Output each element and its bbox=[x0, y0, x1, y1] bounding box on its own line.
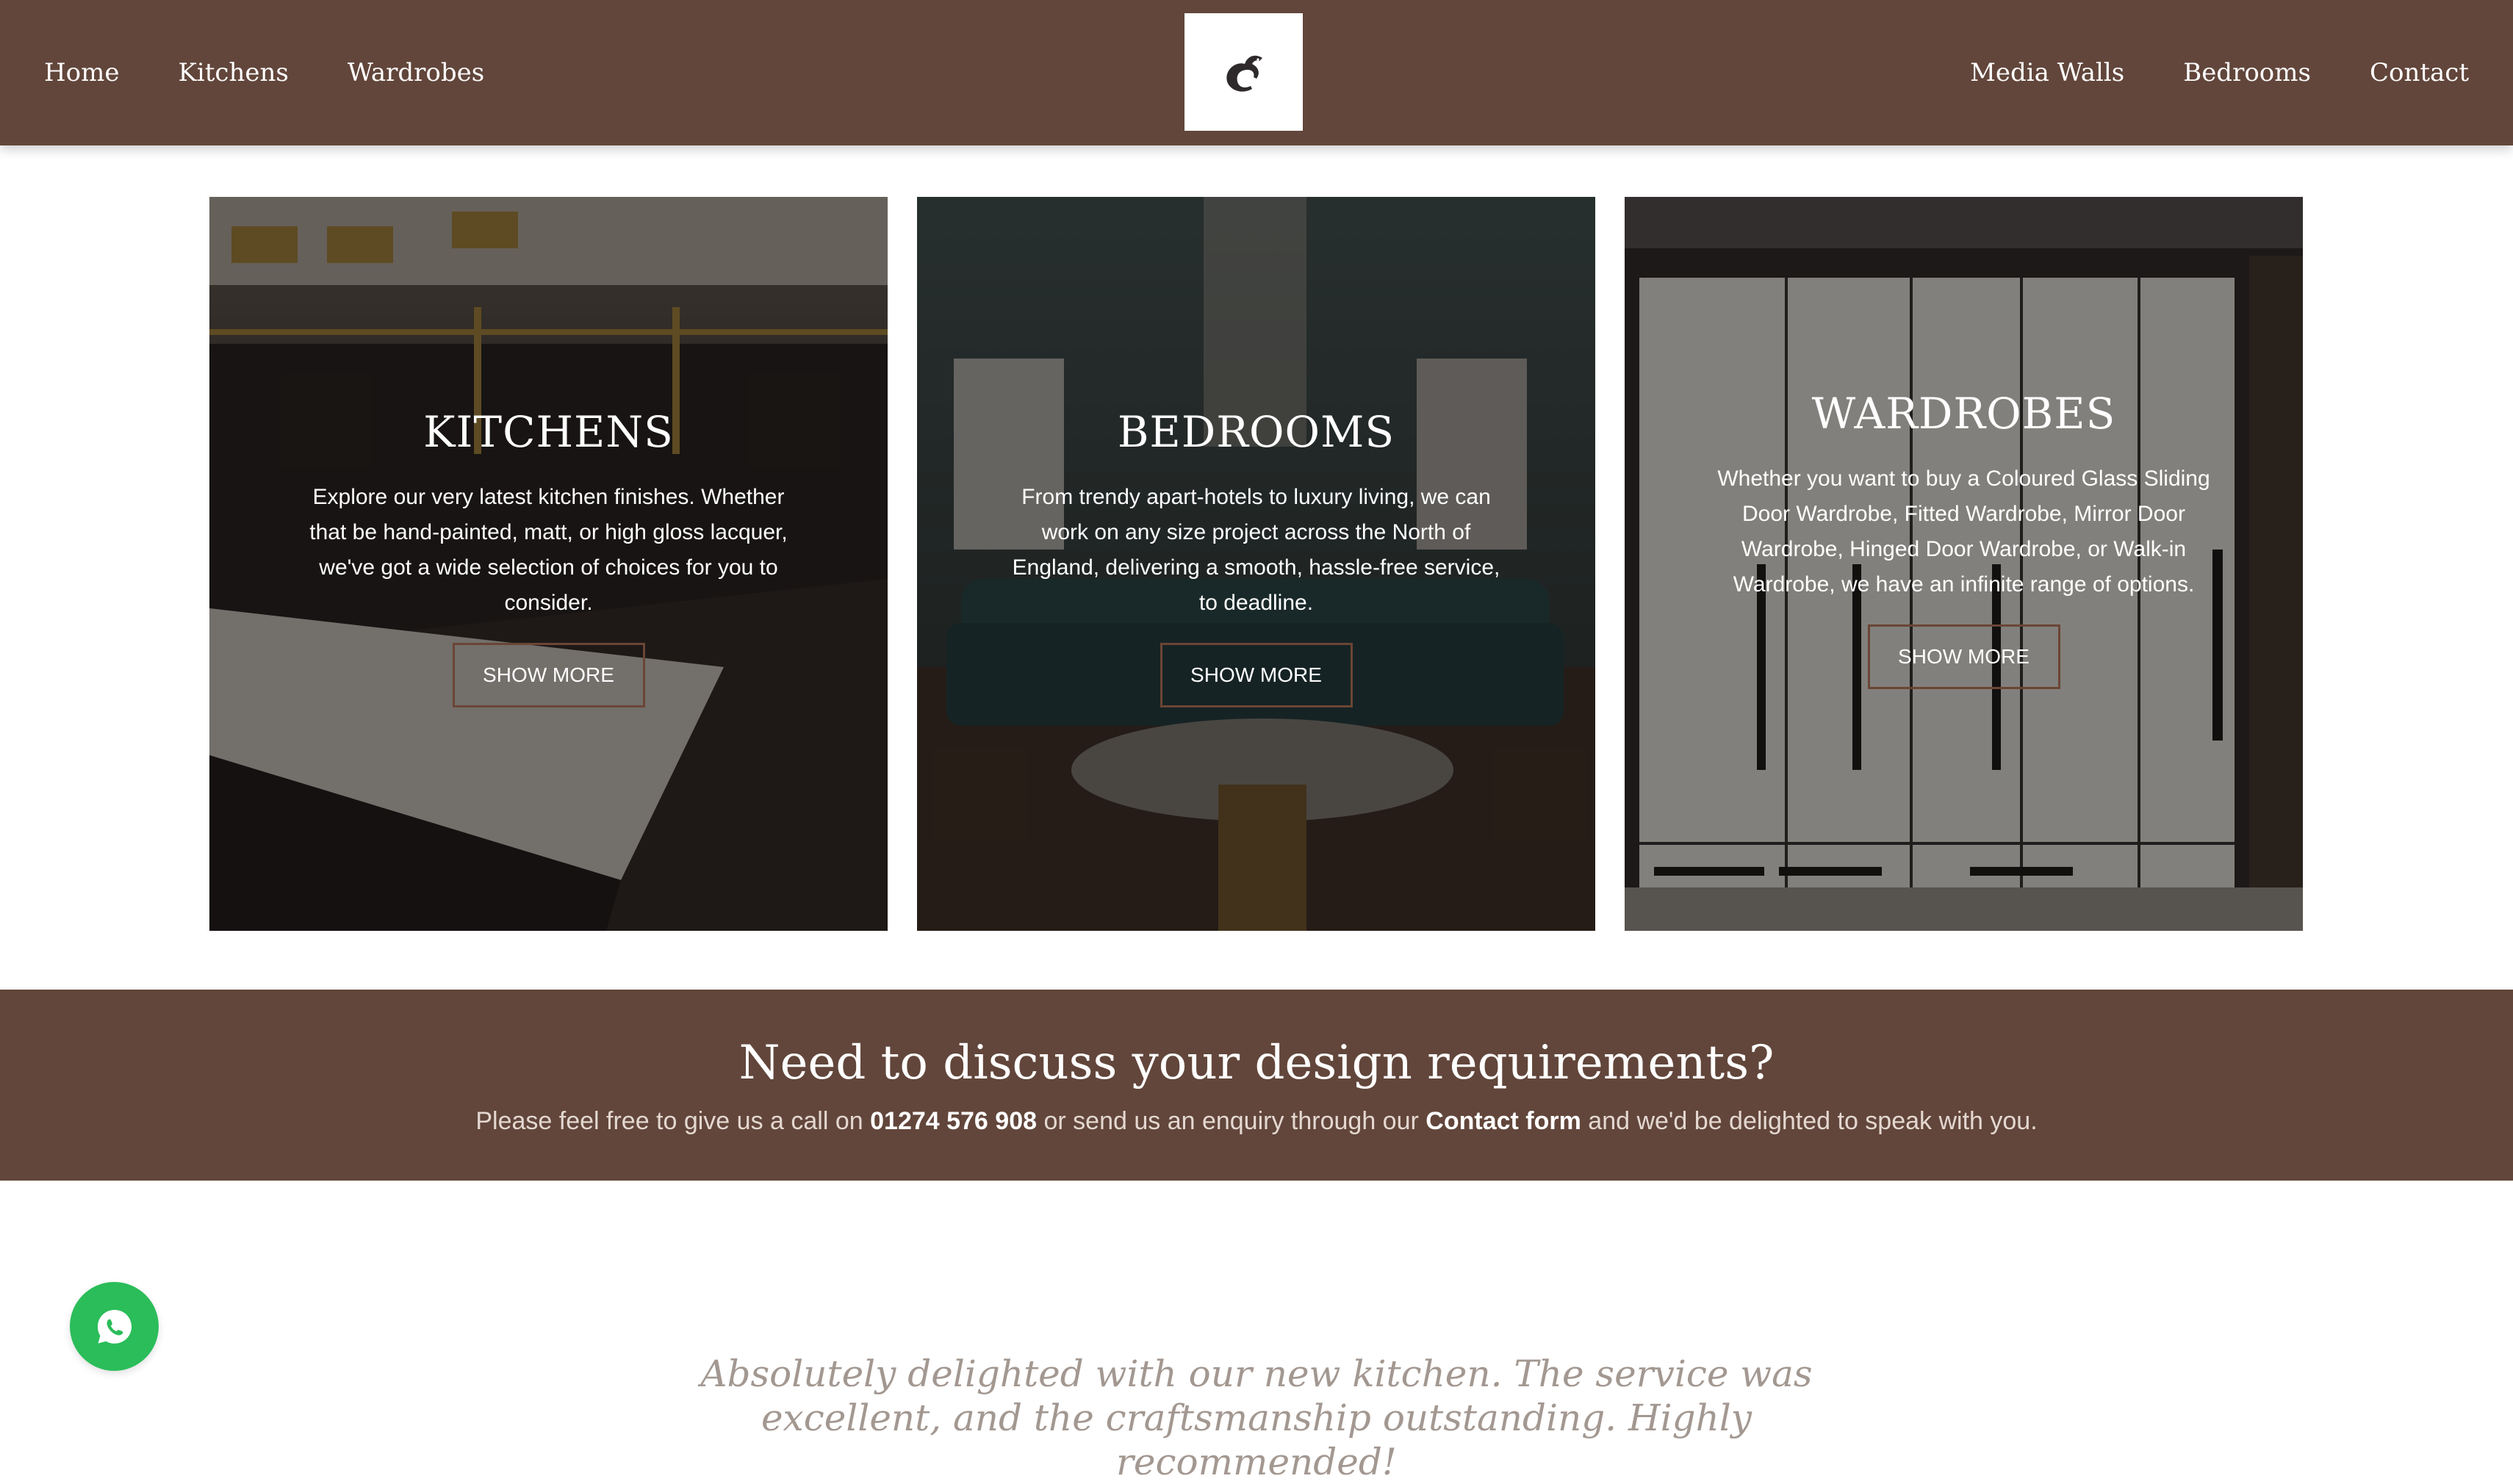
wardrobes-card-content: WARDROBES Whether you want to buy a Colo… bbox=[1625, 388, 2303, 689]
contact-cta-band: Need to discuss your design requirements… bbox=[0, 990, 2513, 1181]
cta-text-3: and we'd be delighted to speak with you. bbox=[1588, 1107, 2038, 1135]
horse-logo-icon bbox=[1226, 55, 1262, 92]
nav-contact[interactable]: Contact bbox=[2370, 58, 2469, 87]
bedrooms-title: BEDROOMS bbox=[1117, 407, 1395, 457]
site-header: Home Kitchens Wardrobes Media Walls Bedr… bbox=[0, 0, 2513, 145]
testimonial-quote: Absolutely delighted with our new kitche… bbox=[700, 1352, 1813, 1483]
logo[interactable] bbox=[1184, 13, 1303, 131]
nav-home[interactable]: Home bbox=[44, 58, 119, 87]
cta-text: Please feel free to give us a call on 01… bbox=[0, 1107, 2513, 1136]
bedrooms-card: BEDROOMS From trendy apart-hotels to lux… bbox=[917, 197, 1595, 931]
whatsapp-button[interactable] bbox=[70, 1282, 159, 1371]
nav-kitchens[interactable]: Kitchens bbox=[178, 58, 288, 87]
wardrobes-card: WARDROBES Whether you want to buy a Colo… bbox=[1625, 197, 2303, 931]
wardrobes-show-more-button[interactable]: SHOW MORE bbox=[1867, 624, 2060, 689]
nav-media-walls[interactable]: Media Walls bbox=[1970, 58, 2124, 87]
wardrobes-title: WARDROBES bbox=[1811, 389, 2116, 439]
nav-left: Home Kitchens Wardrobes bbox=[44, 0, 543, 145]
bedrooms-card-content: BEDROOMS From trendy apart-hotels to lux… bbox=[917, 406, 1595, 707]
bedrooms-description: From trendy apart-hotels to luxury livin… bbox=[1012, 485, 1500, 615]
kitchens-card-content: KITCHENS Explore our very latest kitchen… bbox=[209, 406, 888, 707]
kitchens-title: KITCHENS bbox=[423, 407, 674, 457]
cta-contact-form-link[interactable]: Contact form bbox=[1426, 1107, 1581, 1135]
bedrooms-show-more-button[interactable]: SHOW MORE bbox=[1160, 643, 1353, 707]
cta-phone[interactable]: 01274 576 908 bbox=[870, 1107, 1037, 1135]
cta-heading: Need to discuss your design requirements… bbox=[738, 1036, 1775, 1090]
kitchens-show-more-button[interactable]: SHOW MORE bbox=[452, 643, 645, 707]
whatsapp-icon bbox=[97, 1309, 132, 1344]
cta-text-2: or send us an enquiry through our bbox=[1043, 1107, 1419, 1135]
kitchens-card: KITCHENS Explore our very latest kitchen… bbox=[209, 197, 888, 931]
nav-wardrobes[interactable]: Wardrobes bbox=[348, 58, 484, 87]
cta-text-1: Please feel free to give us a call on bbox=[475, 1107, 863, 1135]
nav-bedrooms[interactable]: Bedrooms bbox=[2183, 58, 2311, 87]
wardrobes-description: Whether you want to buy a Coloured Glass… bbox=[1717, 467, 2210, 597]
kitchens-description: Explore our very latest kitchen finishes… bbox=[309, 485, 788, 615]
nav-right: Media Walls Bedrooms Contact bbox=[1911, 0, 2469, 145]
